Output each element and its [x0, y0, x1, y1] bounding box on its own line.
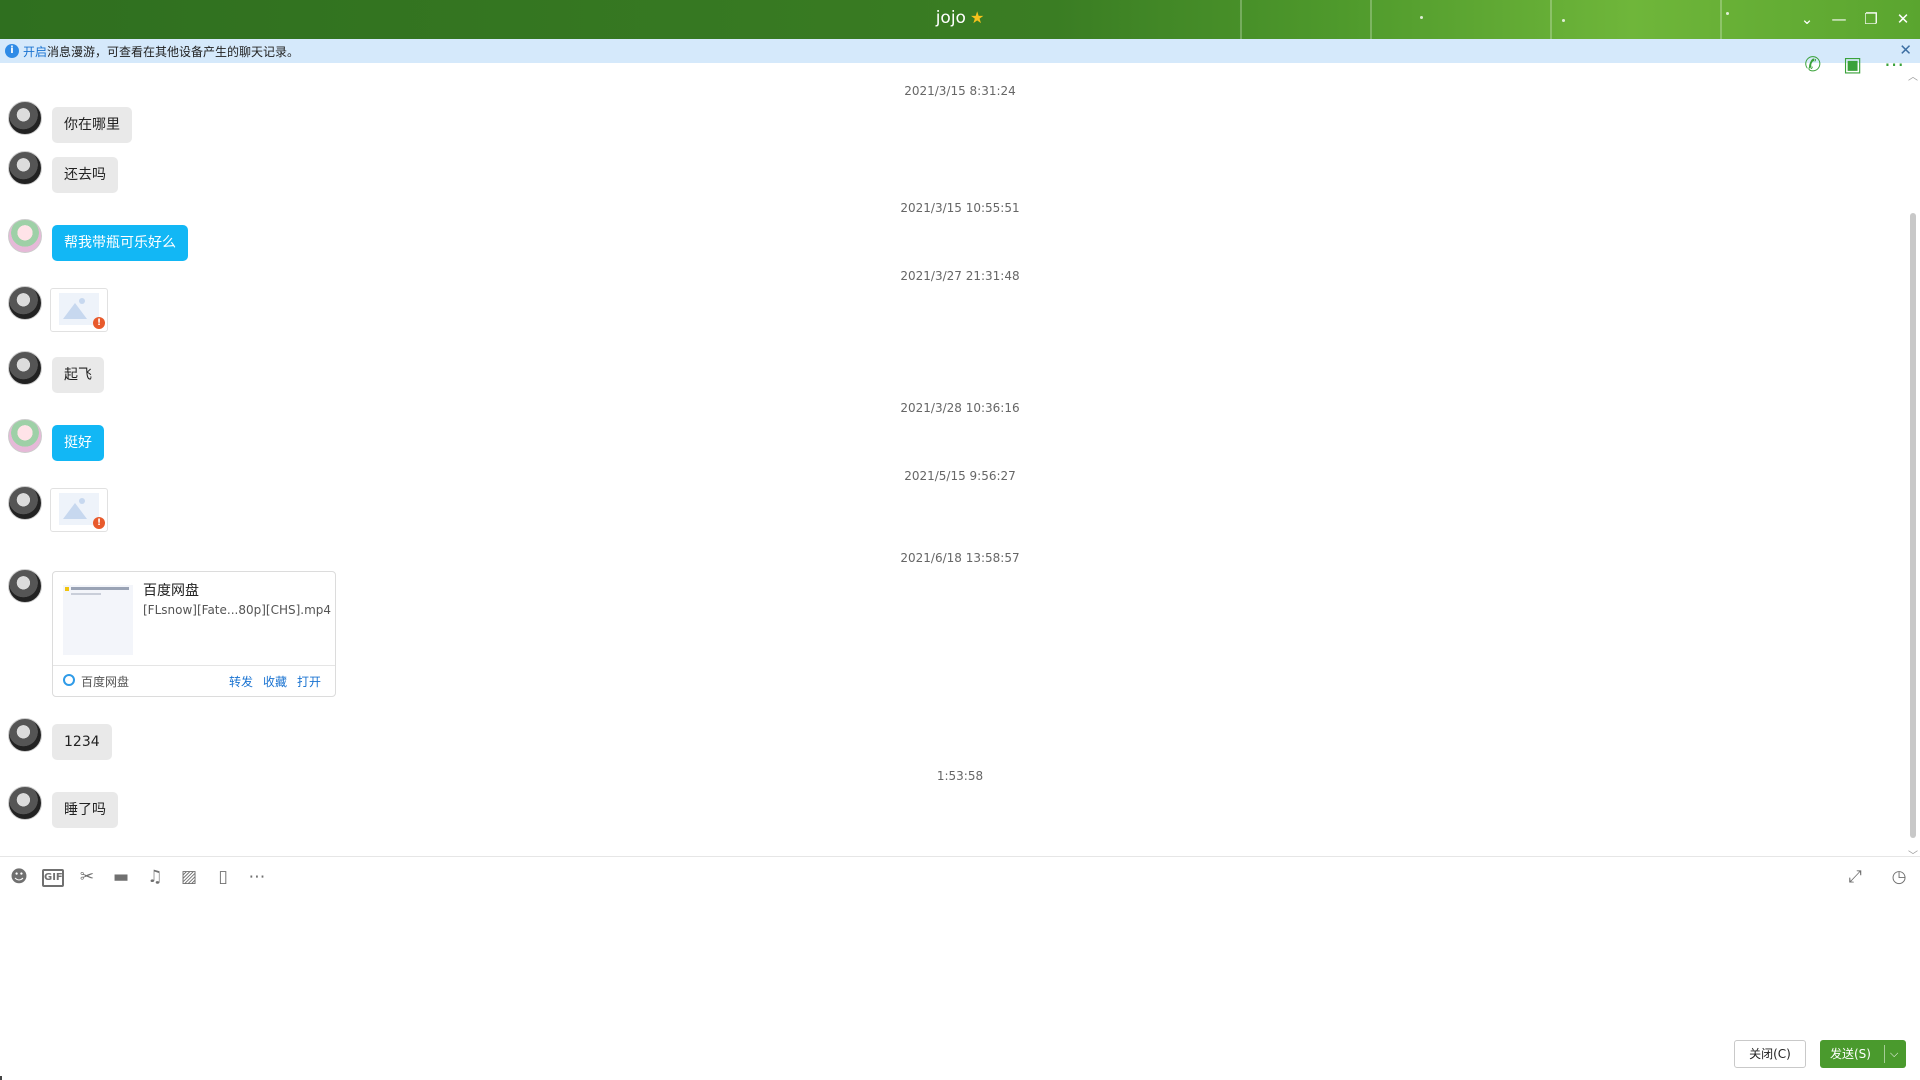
message-row: 睡了吗 [8, 786, 118, 828]
card-title: 百度网盘 [143, 583, 199, 599]
message-bubble: 1234 [52, 724, 112, 760]
chat-scrollbar[interactable]: ︿ ﹀ [1908, 72, 1918, 862]
message-row: 挺好 [8, 419, 104, 461]
message-bubble: 帮我带瓶可乐好么 [52, 225, 188, 261]
send-button[interactable]: 发送(S) ⌵ [1820, 1040, 1906, 1068]
scroll-up-icon[interactable]: ︿ [1908, 68, 1918, 83]
music-icon[interactable]: ♫ [144, 866, 166, 888]
image-icon[interactable]: ▨ [178, 866, 200, 888]
avatar[interactable] [8, 286, 42, 320]
message-row: 1234 [8, 718, 112, 760]
open-link[interactable]: 打开 [297, 673, 321, 690]
history-icon[interactable]: ◷ [1888, 866, 1910, 888]
scrollbar-thumb[interactable] [1910, 213, 1916, 838]
timestamp: 2021/3/15 8:31:24 [904, 84, 1016, 98]
close-button[interactable]: 关闭(C) [1734, 1040, 1806, 1068]
folder-icon[interactable]: ▬ [110, 866, 132, 888]
input-toolbar: ☻ GIF ✂ ▬ ♫ ▨ ▯ ⋯ [8, 866, 268, 888]
scroll-down-icon[interactable]: ﹀ [1908, 847, 1918, 862]
failed-image[interactable]: ! [50, 488, 108, 532]
message-row: ! [8, 486, 108, 532]
failed-image[interactable]: ! [50, 288, 108, 332]
message-input[interactable] [0, 892, 1920, 1032]
avatar[interactable] [8, 718, 42, 752]
avatar[interactable] [8, 101, 42, 135]
message-bubble: 睡了吗 [52, 792, 118, 828]
message-bubble: 挺好 [52, 425, 104, 461]
file-thumbnail [63, 582, 133, 655]
baidu-pan-icon [63, 674, 75, 686]
emoji-icon[interactable]: ☻ [8, 866, 30, 888]
timestamp: 2021/5/15 9:56:27 [904, 469, 1016, 483]
error-icon: ! [93, 317, 105, 329]
message-row: 百度网盘 [FLsnow][Fate...80p][CHS].mp4 百度网盘 … [8, 569, 336, 697]
send-label: 发送(S) [1830, 1047, 1871, 1061]
message-row: ! [8, 286, 108, 332]
timestamp: 2021/3/28 10:36:16 [900, 401, 1020, 415]
favorite-link[interactable]: 收藏 [263, 673, 287, 690]
forward-link[interactable]: 转发 [229, 673, 253, 690]
title-bar: jojo ★ ⌄ — ❐ ✕ [0, 0, 1920, 39]
avatar[interactable] [8, 151, 42, 185]
timestamp: 1:53:58 [936, 769, 984, 783]
star-icon: ★ [969, 8, 985, 27]
send-options-chevron-icon[interactable]: ⌵ [1890, 1040, 1898, 1068]
expand-icon[interactable]: ⤢ [1844, 866, 1866, 888]
chat-history: 2021/3/15 8:31:24 你在哪里 还去吗 2021/3/15 10:… [0, 63, 1920, 855]
message-row: 你在哪里 [8, 101, 132, 143]
my-avatar[interactable] [8, 419, 42, 453]
roaming-info-bar: i 开启消息漫游，可查看在其他设备产生的聊天记录。 ✕ [0, 39, 1920, 63]
contact-name: jojo [935, 8, 966, 28]
gif-icon[interactable]: GIF [42, 869, 64, 887]
divider [0, 856, 1920, 857]
restore-icon[interactable]: ❐ [1860, 6, 1882, 32]
my-avatar[interactable] [8, 219, 42, 253]
close-icon[interactable]: ✕ [1892, 6, 1914, 32]
enable-roaming-link[interactable]: 开启 [23, 45, 47, 59]
timestamp: 2021/3/27 21:31:48 [900, 269, 1020, 283]
message-row: 还去吗 [8, 151, 118, 193]
chevron-down-icon[interactable]: ⌄ [1796, 6, 1818, 32]
scissors-icon[interactable]: ✂ [76, 866, 98, 888]
avatar[interactable] [8, 569, 42, 603]
message-bubble: 起飞 [52, 357, 104, 393]
avatar[interactable] [8, 351, 42, 385]
error-icon: ! [93, 517, 105, 529]
avatar[interactable] [8, 486, 42, 520]
info-icon: i [5, 44, 19, 58]
timestamp: 2021/3/15 10:55:51 [900, 201, 1020, 215]
message-row: 帮我带瓶可乐好么 [8, 219, 188, 261]
avatar[interactable] [8, 786, 42, 820]
image-placeholder-icon [63, 503, 87, 519]
screen-record-icon[interactable]: ▯ [212, 866, 234, 888]
window-title: jojo ★ [0, 8, 1920, 28]
image-placeholder-icon [63, 303, 87, 319]
card-source: 百度网盘 [81, 675, 130, 689]
message-bubble: 还去吗 [52, 157, 118, 193]
timestamp: 2021/6/18 13:58:57 [900, 551, 1020, 565]
more-icon[interactable]: ⋯ [246, 866, 268, 888]
file-share-card[interactable]: 百度网盘 [FLsnow][Fate...80p][CHS].mp4 百度网盘 … [52, 571, 336, 697]
message-row: 起飞 [8, 351, 104, 393]
minimize-icon[interactable]: — [1828, 6, 1850, 32]
card-filename: [FLsnow][Fate...80p][CHS].mp4 [143, 603, 332, 617]
message-bubble: 你在哪里 [52, 107, 132, 143]
info-text: 消息漫游，可查看在其他设备产生的聊天记录。 [47, 45, 300, 59]
